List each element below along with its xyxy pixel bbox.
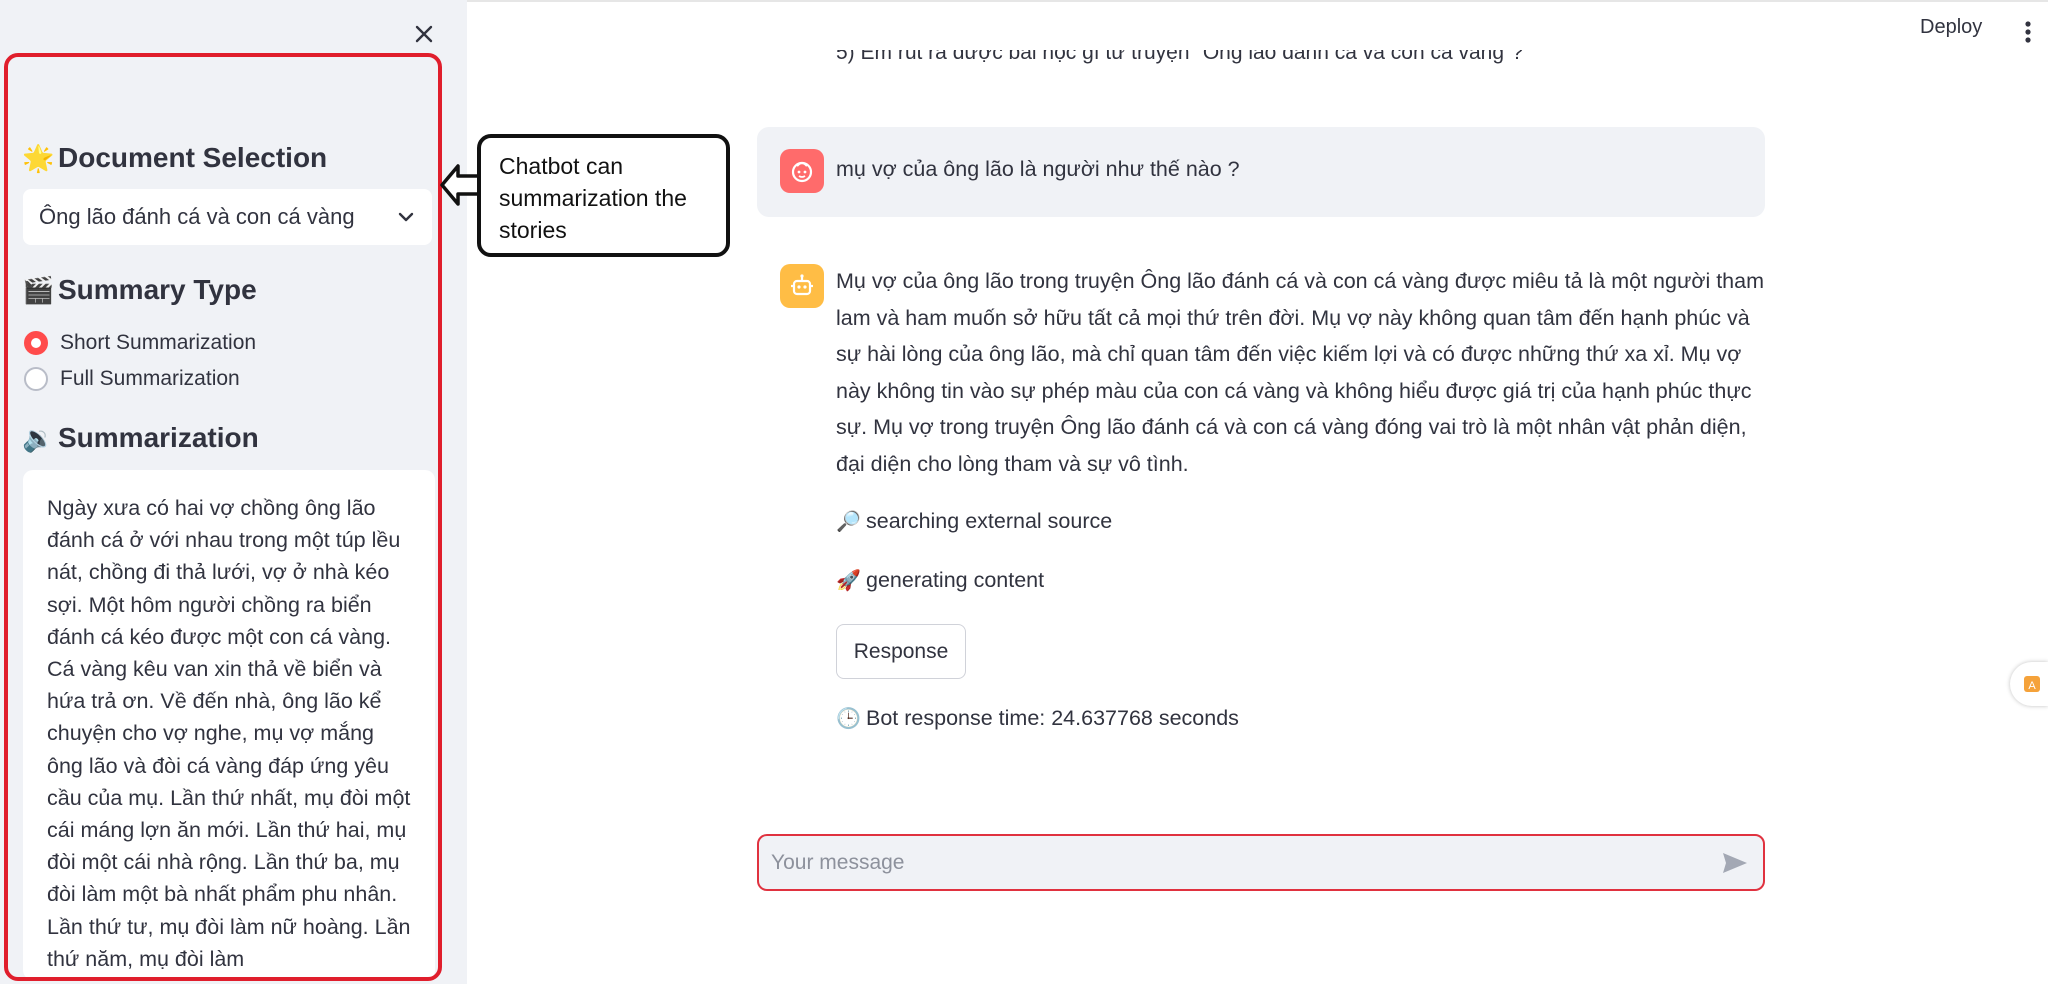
summary-text: Ngày xưa có hai vợ chồng ông lão đánh cá… — [47, 496, 411, 971]
radio-short-summarization[interactable]: Short Summarization — [24, 325, 256, 361]
chat-message-input[interactable] — [771, 850, 1719, 875]
clapperboard-icon: 🎬 — [22, 274, 55, 305]
user-message-text: mụ vợ của ông lão là người như thế nào ? — [836, 157, 1240, 181]
chat-input-container — [757, 834, 1765, 891]
response-time: 🕒 Bot response time: 24.637768 seconds — [836, 706, 1239, 731]
response-time-text: Bot response time: 24.637768 seconds — [866, 706, 1239, 730]
chevron-down-icon — [398, 212, 414, 222]
summary-type-label: Summary Type — [58, 274, 257, 305]
svg-text:A: A — [2028, 680, 2036, 692]
more-options-icon[interactable] — [2016, 18, 2040, 46]
close-sidebar-icon[interactable] — [408, 18, 440, 50]
summarization-heading: 🔉 Summarization — [22, 422, 259, 454]
send-icon[interactable] — [1719, 847, 1751, 879]
star-icon: 🌟 — [22, 142, 55, 173]
speaker-icon: 🔉 — [22, 422, 55, 453]
summary-type-heading: 🎬 Summary Type — [22, 274, 257, 306]
status-generating-text: generating content — [866, 568, 1045, 592]
previous-message-text: 5) Em rút ra được bài học gì từ truyện "… — [836, 50, 1524, 64]
document-selection-label: Document Selection — [58, 142, 328, 173]
callout-arrow-icon — [440, 164, 482, 206]
extension-widget[interactable]: A — [2010, 662, 2048, 706]
deploy-button[interactable]: Deploy — [1920, 16, 1982, 39]
bot-avatar-icon — [780, 264, 824, 308]
status-searching-text: searching external source — [866, 509, 1113, 533]
rocket-icon: 🚀 — [836, 570, 861, 592]
document-select-value: Ông lão đánh cá và con cá vàng — [39, 204, 355, 229]
summary-textarea[interactable]: Ngày xưa có hai vợ chồng ông lão đánh cá… — [23, 470, 435, 980]
top-divider — [467, 0, 2048, 2]
magnifier-icon: 🔎 — [836, 511, 861, 533]
radio-unchecked-icon[interactable] — [24, 367, 48, 391]
radio-label: Short Summarization — [60, 331, 257, 354]
radio-checked-icon[interactable] — [24, 331, 48, 355]
annotation-callout: Chatbot can summarization the stories — [477, 134, 730, 257]
bot-message-text: Mụ vợ của ông lão trong truyện Ông lão đ… — [836, 269, 1764, 476]
sidebar: 🌟 Document Selection Ông lão đánh cá và … — [0, 0, 467, 984]
radio-label: Full Summarization — [60, 367, 240, 390]
previous-message-fragment: 5) Em rút ra được bài học gì từ truyện "… — [836, 50, 1736, 72]
summary-type-radio-group: Short Summarization Full Summarization — [24, 325, 256, 397]
summarization-label: Summarization — [58, 422, 259, 453]
status-searching: 🔎 searching external source — [836, 509, 1112, 534]
radio-full-summarization[interactable]: Full Summarization — [24, 361, 256, 397]
user-avatar-icon — [780, 149, 824, 193]
document-selection-heading: 🌟 Document Selection — [22, 142, 327, 174]
response-button[interactable]: Response — [836, 624, 966, 679]
translate-icon: A — [2024, 676, 2040, 692]
document-select[interactable]: Ông lão đánh cá và con cá vàng — [23, 189, 432, 245]
status-generating: 🚀 generating content — [836, 568, 1044, 593]
clock-icon: 🕒 — [836, 708, 861, 730]
